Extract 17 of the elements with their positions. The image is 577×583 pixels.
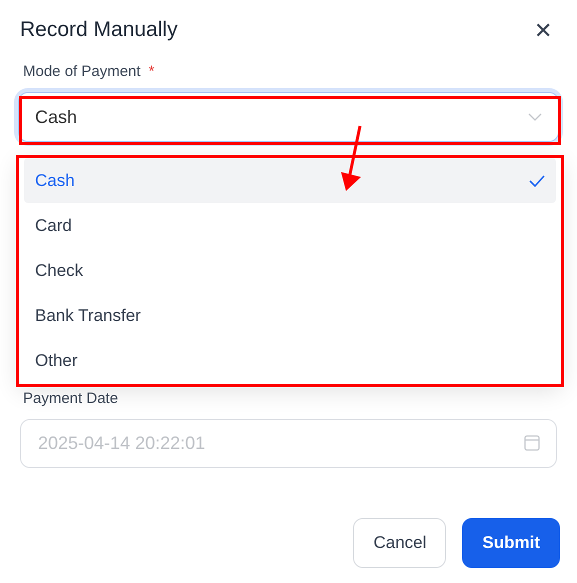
dropdown-option[interactable]: Cash [24, 158, 556, 203]
dropdown-option[interactable]: Card [24, 203, 556, 248]
checkmark-icon [529, 174, 545, 186]
dropdown-option[interactable]: Other [24, 338, 556, 383]
required-mark: * [148, 62, 154, 82]
chevron-down-icon [528, 113, 542, 121]
field-label: Mode of Payment [23, 62, 141, 82]
date-field[interactable]: 2025-04-14 20:22:01 [20, 419, 557, 468]
arrow [341, 126, 362, 191]
dropdown-option[interactable]: Check [24, 248, 556, 293]
dialog-title: Record Manually [20, 17, 178, 44]
cancel-button[interactable]: Cancel [353, 518, 446, 568]
calendar-icon [524, 435, 540, 451]
dropdown-option[interactable]: Bank Transfer [24, 293, 556, 338]
field-label: Payment Date [23, 388, 118, 409]
submit-button[interactable]: Submit [462, 518, 560, 568]
close-button[interactable]: ✕ [531, 18, 555, 42]
